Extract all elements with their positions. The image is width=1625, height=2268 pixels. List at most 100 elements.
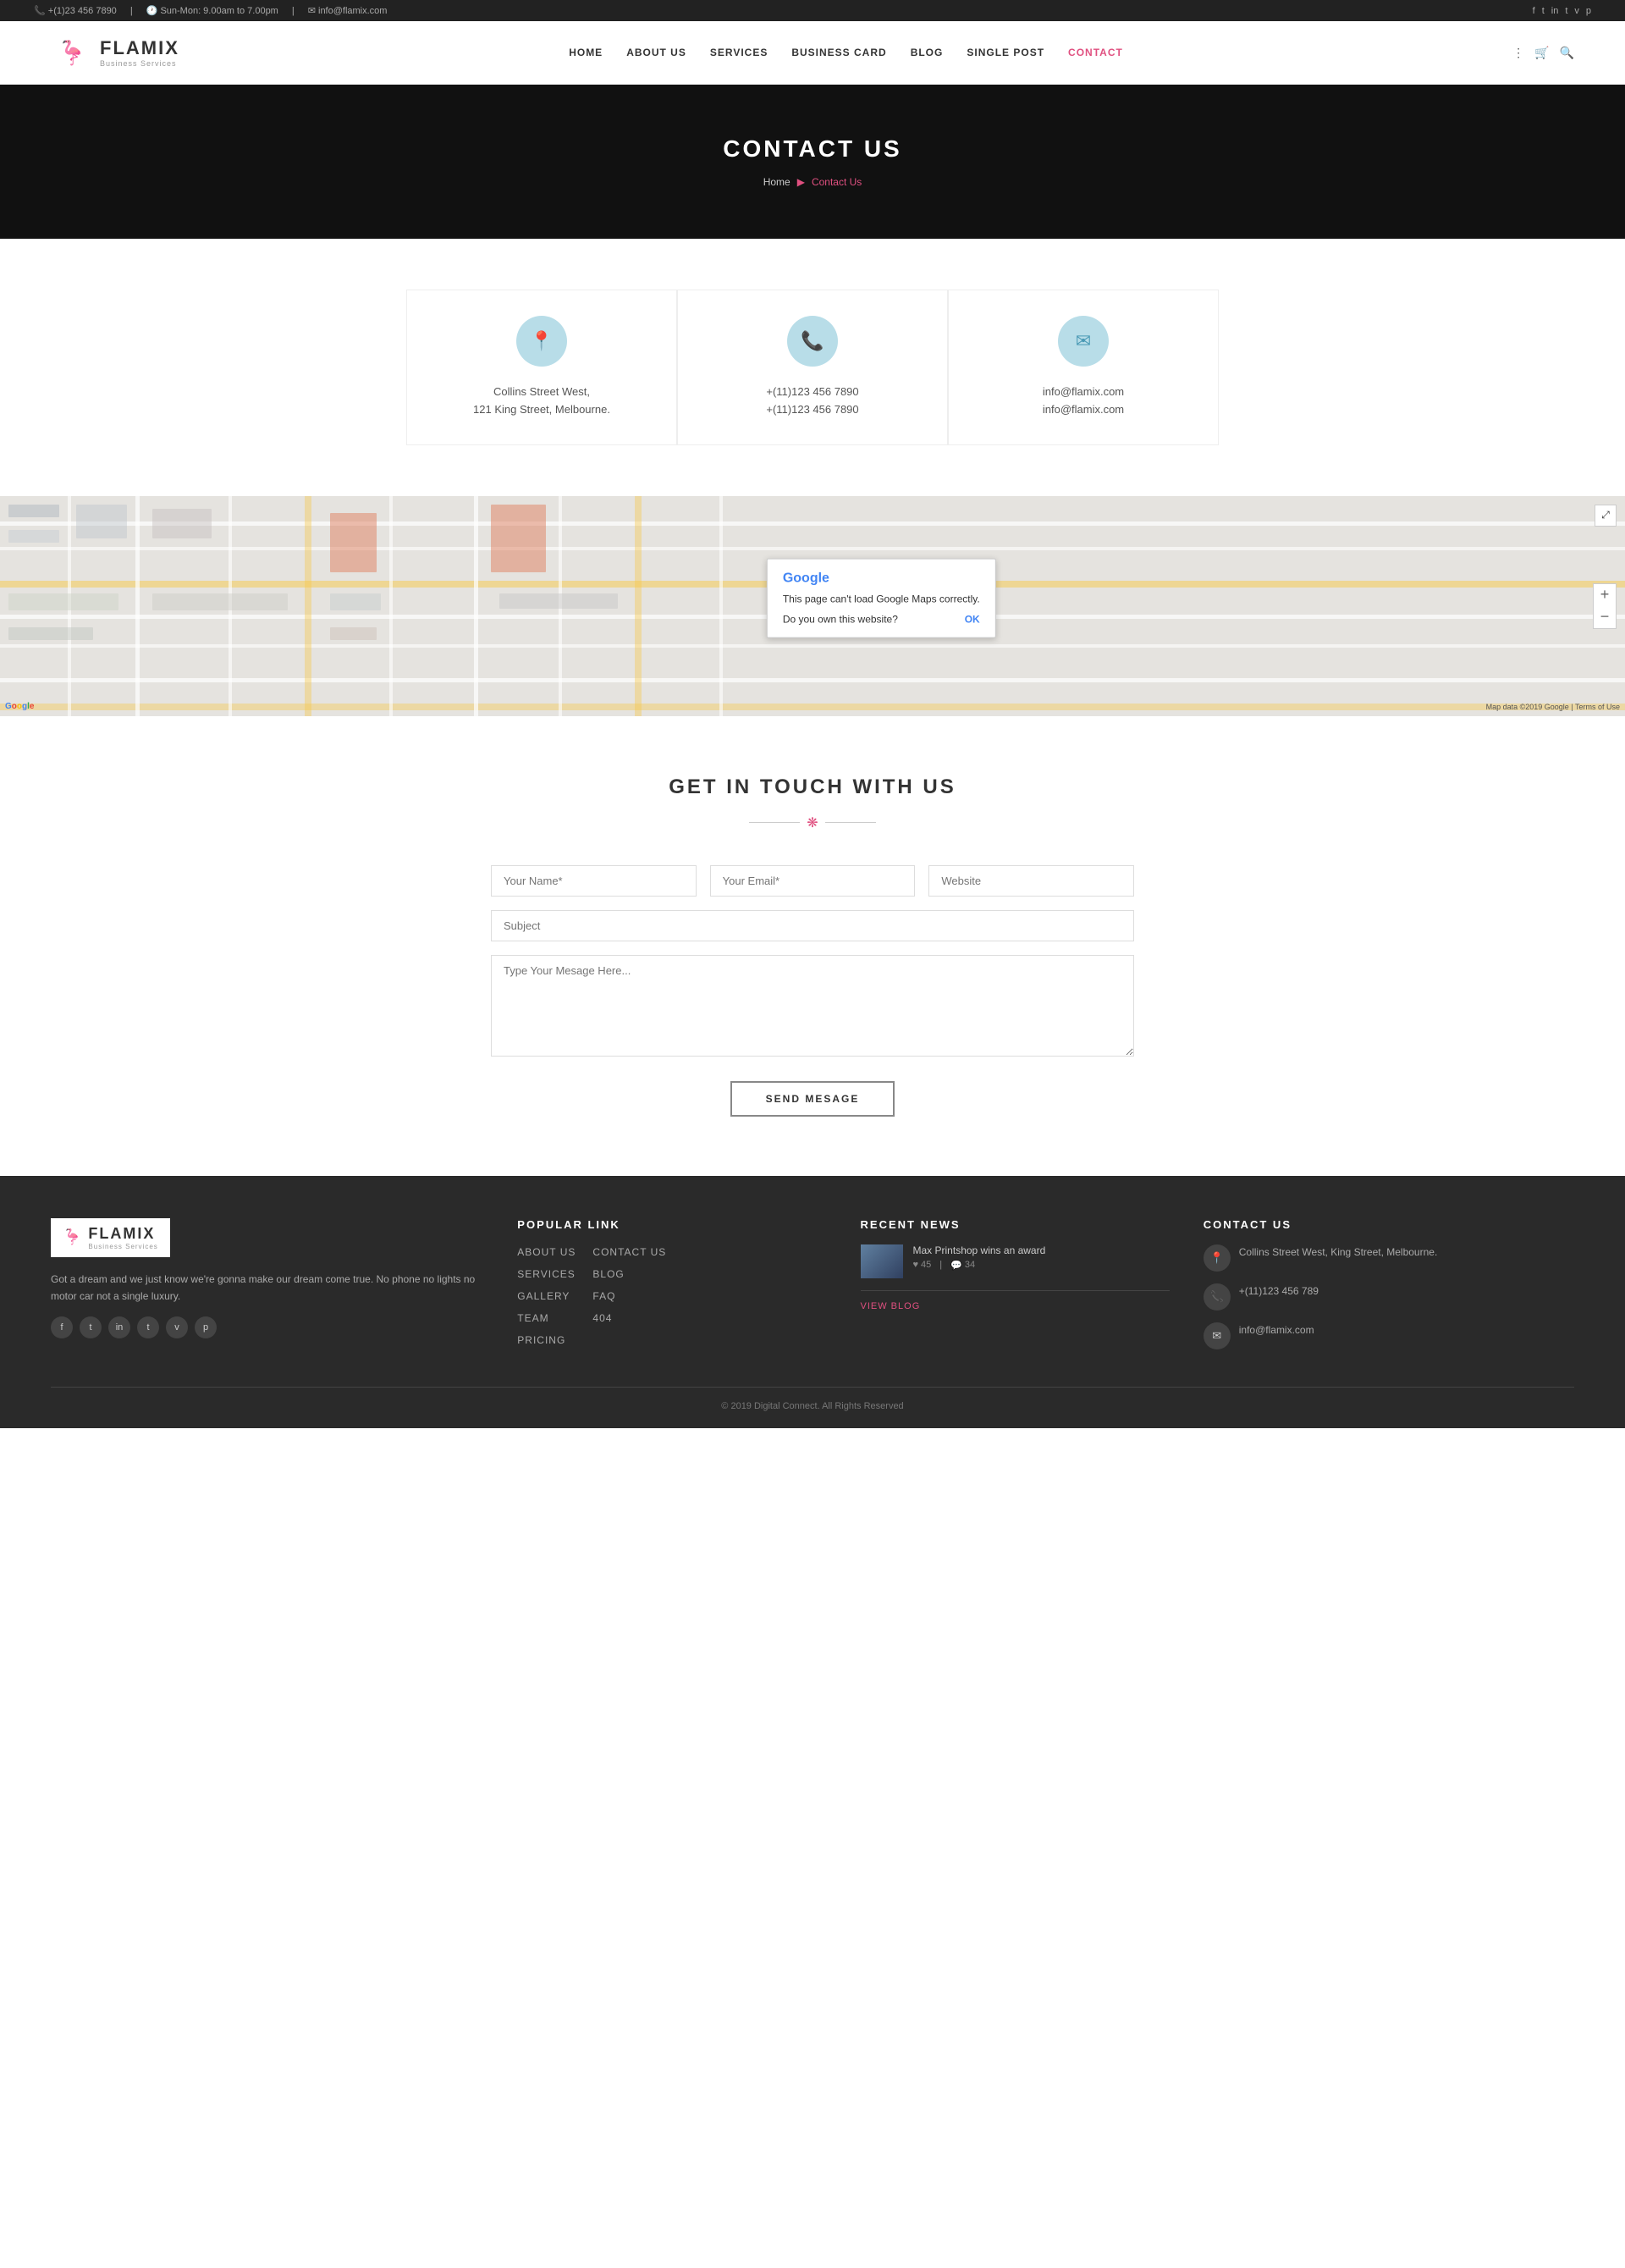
footer-pinterest-icon[interactable]: p: [195, 1316, 217, 1338]
footer-email-icon: ✉: [1204, 1322, 1231, 1349]
tumblr-icon[interactable]: t: [1565, 6, 1567, 16]
vimeo-icon[interactable]: v: [1574, 6, 1579, 16]
map-section: Google This page can't load Google Maps …: [0, 496, 1625, 716]
twitter-icon[interactable]: t: [1542, 6, 1545, 16]
top-bar-social: f t in t v p: [1533, 6, 1591, 16]
pinterest-icon[interactable]: p: [1586, 6, 1591, 16]
footer-link-pricing[interactable]: PRICING: [517, 1334, 565, 1346]
footer-location-icon: 📍: [1204, 1244, 1231, 1272]
footer-vimeo-icon[interactable]: v: [166, 1316, 188, 1338]
footer-logo-subtitle: Business Services: [88, 1243, 157, 1250]
footer-contact-col: CONTACT US 📍 Collins Street West, King S…: [1204, 1218, 1574, 1361]
send-button[interactable]: SEND MESAGE: [730, 1081, 895, 1117]
nav-contact[interactable]: CONTACT: [1068, 47, 1123, 58]
footer-news-item: Max Printshop wins an award ♥ 45 | 💬 34: [861, 1244, 1170, 1278]
footer-email-text: info@flamix.com: [1239, 1322, 1314, 1338]
nav-services[interactable]: SERVICES: [710, 47, 768, 58]
footer-link-about[interactable]: ABOUT US: [517, 1246, 576, 1258]
nav-single-post[interactable]: SINGLE POST: [967, 47, 1044, 58]
main-nav: HOME ABOUT US SERVICES BUSINESS CARD BLO…: [569, 47, 1123, 58]
footer-address-text: Collins Street West, King Street, Melbou…: [1239, 1244, 1438, 1261]
logo: 🦩 FLAMIX Business Services: [51, 31, 179, 74]
menu-dots-icon[interactable]: ⋮: [1512, 46, 1524, 60]
section-divider: ❋: [68, 814, 1557, 831]
header: 🦩 FLAMIX Business Services HOME ABOUT US…: [0, 21, 1625, 85]
footer-facebook-icon[interactable]: f: [51, 1316, 73, 1338]
footer-divider: [861, 1290, 1170, 1291]
map-expand-button[interactable]: ⤢: [1595, 505, 1617, 527]
footer-social-links: f t in t v p: [51, 1316, 483, 1338]
nav-about[interactable]: ABOUT US: [626, 47, 686, 58]
footer-popular-links-title: POPULAR LINK: [517, 1218, 826, 1231]
form-row-subject: [491, 910, 1134, 941]
footer-recent-news-col: RECENT NEWS Max Printshop wins an award …: [861, 1218, 1170, 1361]
subject-input[interactable]: [491, 910, 1134, 941]
linkedin-icon[interactable]: in: [1551, 6, 1559, 16]
map-ok-button[interactable]: OK: [965, 613, 980, 625]
top-phone: 📞 +(1)23 456 7890: [34, 5, 117, 16]
footer-twitter-icon[interactable]: t: [80, 1316, 102, 1338]
contact-card-address: 📍 Collins Street West, 121 King Street, …: [406, 290, 677, 445]
map-zoom-in[interactable]: +: [1594, 584, 1616, 606]
news-comments: 💬 34: [950, 1260, 975, 1271]
footer-link-404[interactable]: 404: [592, 1312, 612, 1324]
footer-contact-email: ✉ info@flamix.com: [1204, 1322, 1574, 1349]
news-likes: ♥ 45: [913, 1260, 932, 1270]
footer-link-team[interactable]: TEAM: [517, 1312, 548, 1324]
page-title: CONTACT US: [17, 135, 1608, 163]
news-content: Max Printshop wins an award ♥ 45 | 💬 34: [913, 1244, 1046, 1271]
divider-line-left: [749, 822, 800, 823]
map-background: Google This page can't load Google Maps …: [0, 496, 1625, 716]
flamingo-icon: 🦩: [58, 39, 87, 67]
nav-business-card[interactable]: BUSINESS CARD: [791, 47, 886, 58]
news-title: Max Printshop wins an award: [913, 1244, 1046, 1256]
map-error-dialog: Google This page can't load Google Maps …: [767, 558, 996, 637]
top-separator: |: [130, 6, 133, 16]
footer-link-faq[interactable]: FAQ: [592, 1290, 615, 1302]
view-blog-link[interactable]: VIEW BLOG: [861, 1301, 921, 1311]
website-input[interactable]: [928, 865, 1134, 897]
footer-link-blog[interactable]: BLOG: [592, 1268, 624, 1280]
logo-subtitle: Business Services: [100, 59, 179, 68]
footer-contact-title: CONTACT US: [1204, 1218, 1574, 1231]
name-input[interactable]: [491, 865, 697, 897]
form-row-message: [491, 955, 1134, 1059]
facebook-icon[interactable]: f: [1533, 6, 1535, 16]
footer-link-contact[interactable]: CONTACT US: [592, 1246, 666, 1258]
footer-logo: 🦩 FLAMIX Business Services: [51, 1218, 170, 1257]
contact-form: SEND MESAGE: [491, 865, 1134, 1117]
map-dialog-question: Do you own this website? OK: [783, 613, 980, 625]
footer-phone-icon: 📞: [1204, 1283, 1231, 1311]
nav-blog[interactable]: BLOG: [911, 47, 944, 58]
logo-text: FLAMIX Business Services: [100, 37, 179, 68]
email-link-1[interactable]: info@flamix.com: [1043, 385, 1124, 398]
footer-link-services[interactable]: SERVICES: [517, 1268, 575, 1280]
contact-info-section: 📍 Collins Street West, 121 King Street, …: [0, 239, 1625, 496]
hero-section: CONTACT US Home ▶ Contact Us: [0, 85, 1625, 239]
footer-about-text: Got a dream and we just know we're gonna…: [51, 1271, 483, 1305]
search-icon[interactable]: 🔍: [1560, 46, 1574, 60]
footer-tumblr-icon[interactable]: t: [137, 1316, 159, 1338]
map-terms: Map data ©2019 Google | Terms of Use: [1486, 703, 1620, 711]
footer-link-gallery[interactable]: GALLERY: [517, 1290, 570, 1302]
footer-contact-address: 📍 Collins Street West, King Street, Melb…: [1204, 1244, 1574, 1272]
footer: 🦩 FLAMIX Business Services Got a dream a…: [0, 1176, 1625, 1428]
contact-address: Collins Street West, 121 King Street, Me…: [424, 384, 659, 419]
message-textarea[interactable]: [491, 955, 1134, 1057]
contact-form-title: GET IN TOUCH WITH US: [68, 775, 1557, 799]
map-zoom-out[interactable]: −: [1594, 606, 1616, 628]
logo-image: 🦩: [51, 31, 93, 74]
email-link-2[interactable]: info@flamix.com: [1043, 403, 1124, 416]
breadcrumb-current: Contact Us: [812, 176, 862, 188]
cart-icon[interactable]: 🛒: [1534, 46, 1549, 60]
email-input[interactable]: [710, 865, 916, 897]
email-icon: ✉: [1058, 316, 1109, 367]
footer-links-col1: ABOUT US SERVICES GALLERY TEAM PRICING: [517, 1244, 576, 1355]
breadcrumb-home[interactable]: Home: [763, 176, 790, 188]
footer-linkedin-icon[interactable]: in: [108, 1316, 130, 1338]
footer-grid: 🦩 FLAMIX Business Services Got a dream a…: [51, 1218, 1574, 1361]
top-bar: 📞 +(1)23 456 7890 | 🕐 Sun-Mon: 9.00am to…: [0, 0, 1625, 21]
news-thumb-image: [861, 1244, 903, 1278]
footer-about-col: 🦩 FLAMIX Business Services Got a dream a…: [51, 1218, 483, 1361]
nav-home[interactable]: HOME: [569, 47, 603, 58]
